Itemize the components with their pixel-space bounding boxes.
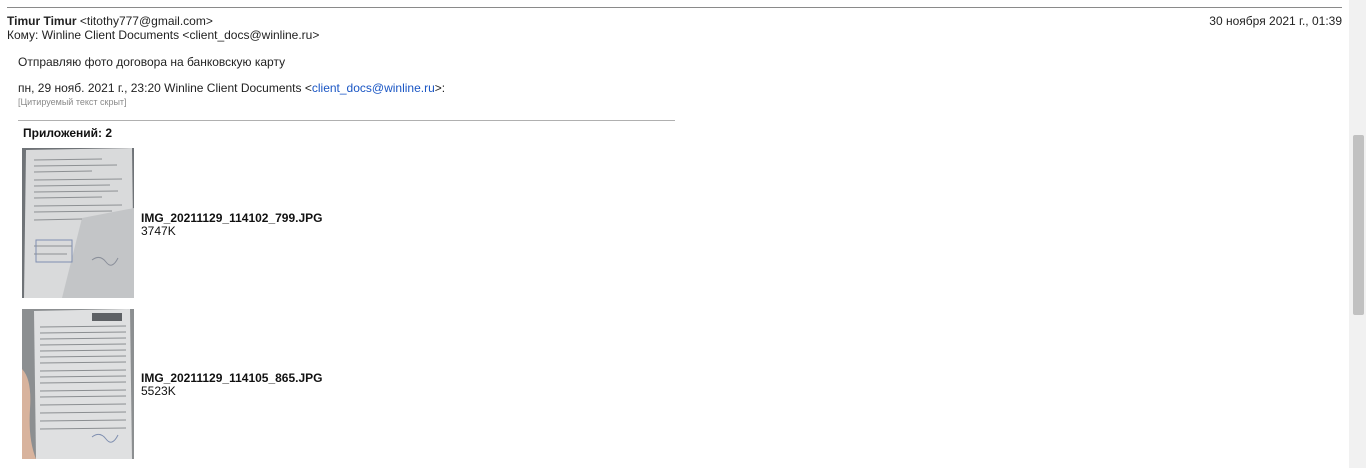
attachment-1-name[interactable]: IMG_20211129_114102_799.JPG (141, 211, 323, 225)
attachment-thumbnail-1[interactable] (22, 148, 134, 298)
vertical-scrollbar[interactable] (1349, 0, 1366, 468)
sender-name: Timur Timur (7, 14, 77, 28)
message-body: Отправляю фото договора на банковскую ка… (18, 55, 286, 69)
quote-header: пн, 29 нояб. 2021 г., 23:20 Winline Clie… (18, 81, 445, 95)
quote-suffix: >: (434, 81, 446, 95)
document-photo-icon (22, 148, 134, 298)
sender-email: <titothy777@gmail.com> (79, 14, 213, 28)
attachments-divider (18, 120, 675, 121)
sender-line: Timur Timur <titothy777@gmail.com> (7, 14, 213, 28)
header-divider (7, 7, 1342, 8)
attachments-count: Приложений: 2 (23, 126, 112, 140)
hidden-quote-toggle[interactable]: [Цитируемый текст скрыт] (18, 97, 127, 107)
scrollbar-thumb[interactable] (1353, 135, 1364, 315)
quote-prefix: пн, 29 нояб. 2021 г., 23:20 Winline Clie… (18, 81, 312, 95)
attachment-thumbnail-2[interactable] (22, 309, 134, 459)
recipient-line: Кому: Winline Client Documents <client_d… (7, 28, 320, 42)
attachment-2-name[interactable]: IMG_20211129_114105_865.JPG (141, 371, 323, 385)
attachment-2-size: 5523K (141, 384, 176, 398)
message-date: 30 ноября 2021 г., 01:39 (1209, 14, 1342, 28)
attachment-1-size: 3747K (141, 224, 176, 238)
document-photo-icon (22, 309, 134, 459)
quote-email-link[interactable]: client_docs@winline.ru (312, 81, 435, 95)
